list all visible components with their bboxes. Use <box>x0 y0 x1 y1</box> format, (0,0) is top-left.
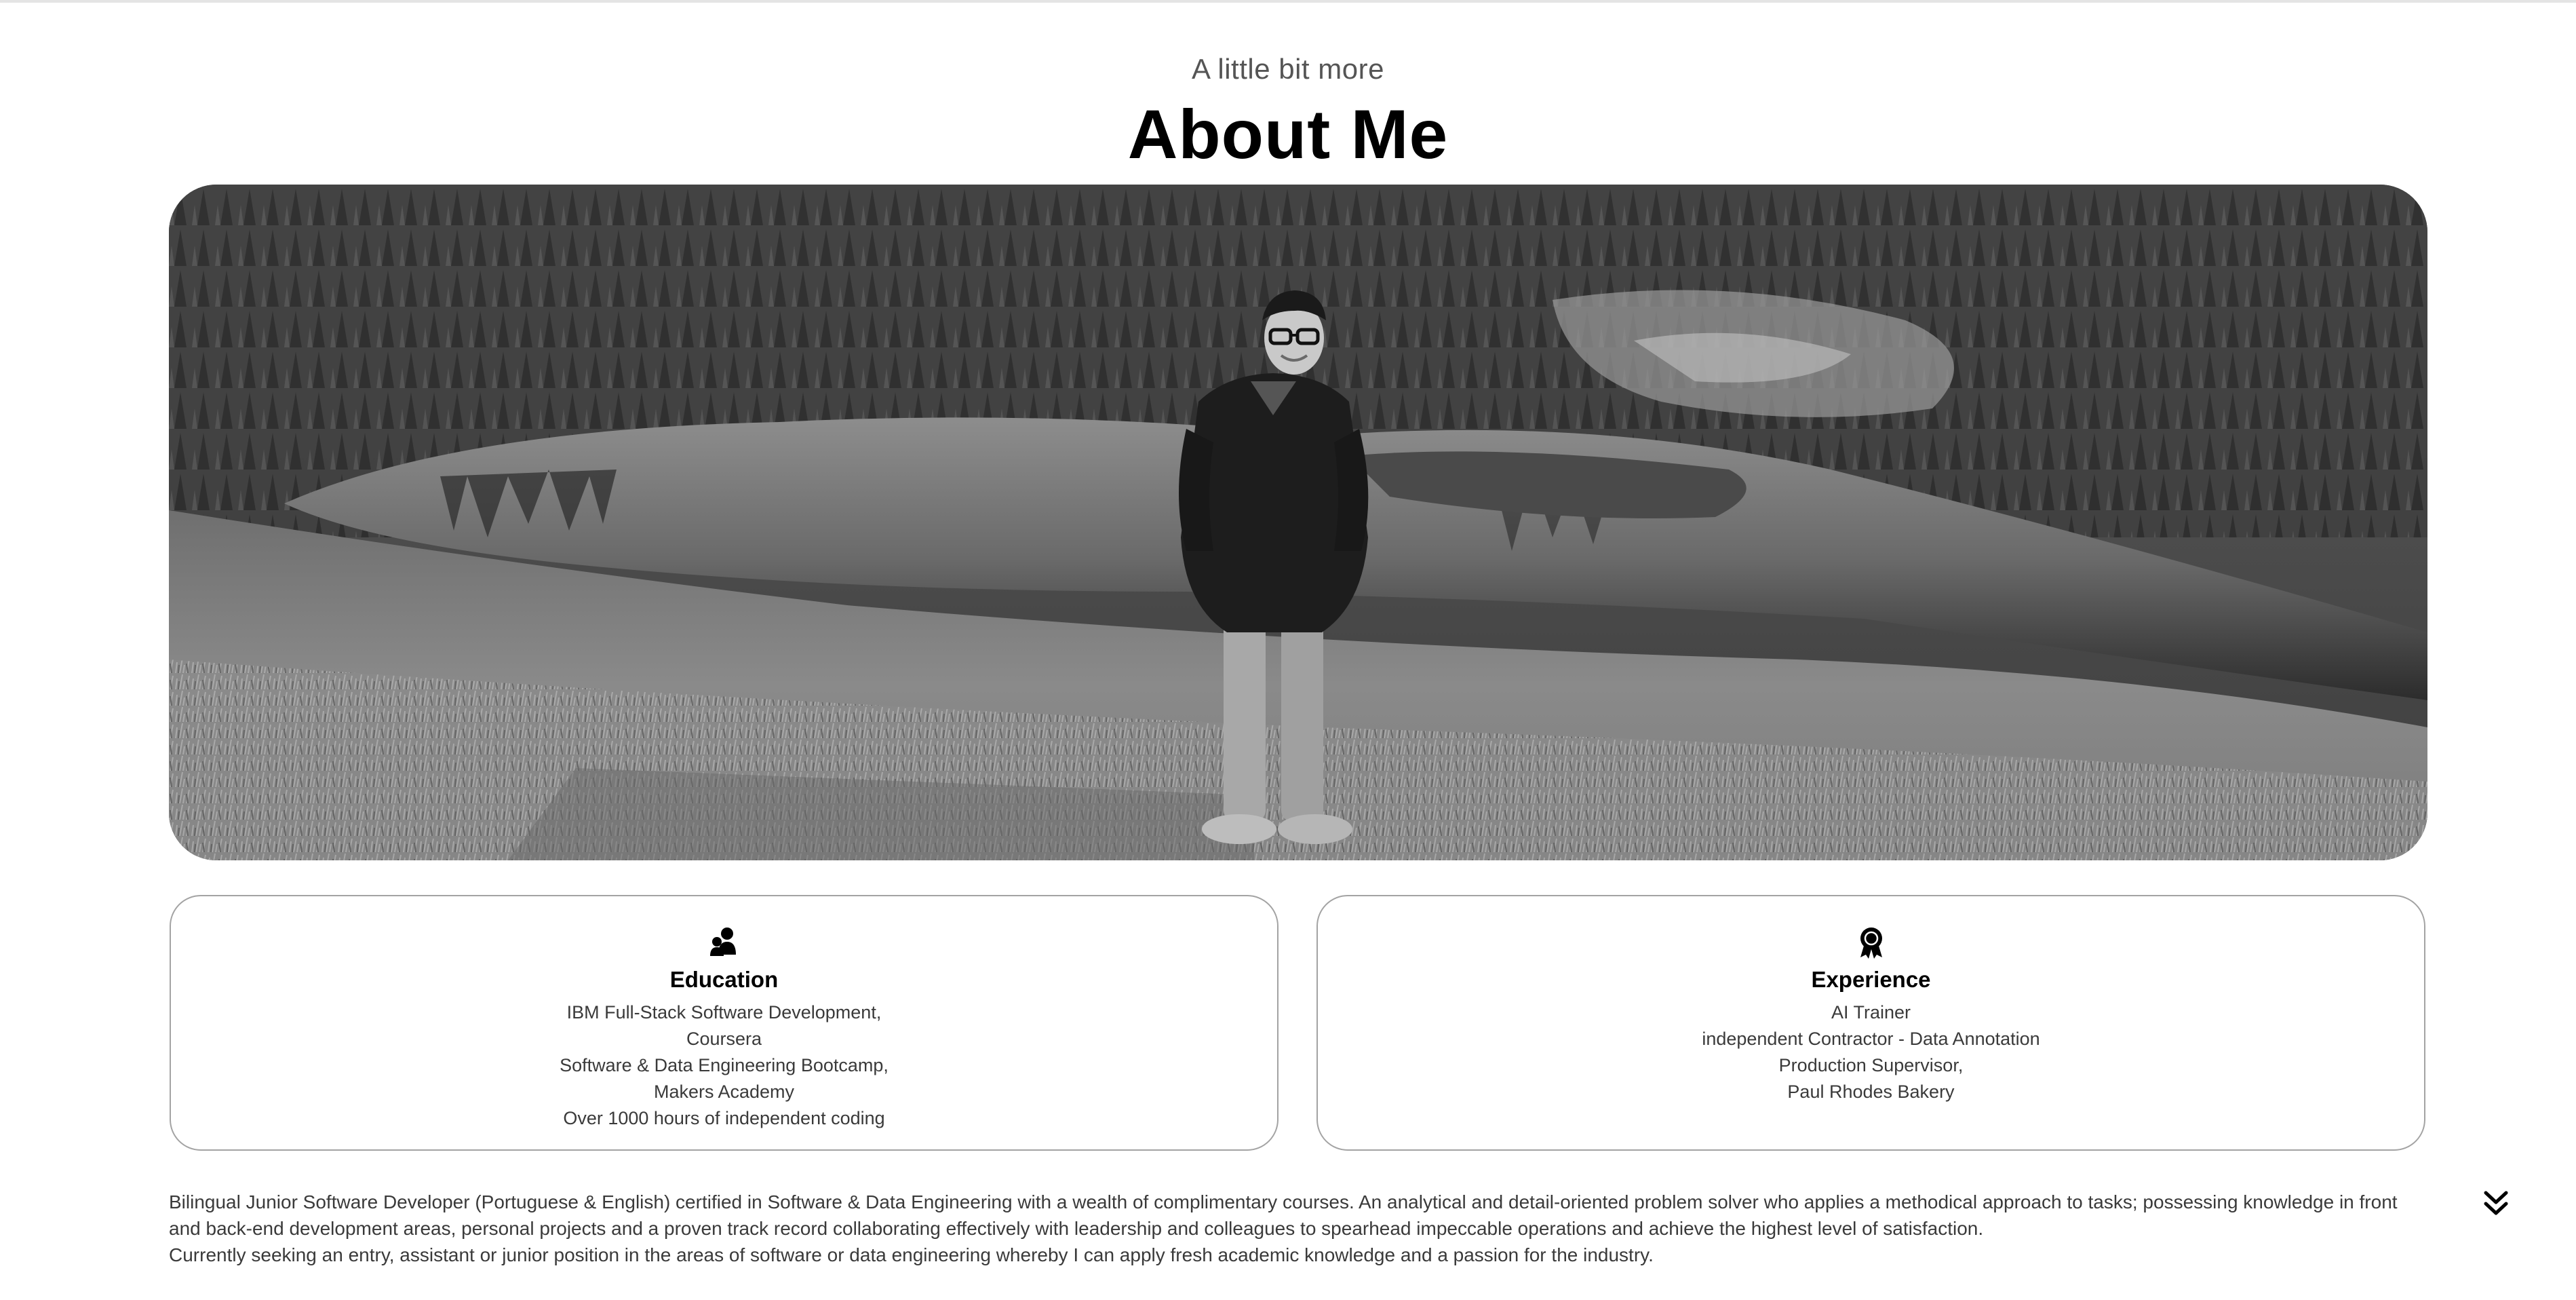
top-divider <box>0 0 2576 3</box>
experience-details: AI Trainer independent Contractor - Data… <box>1318 999 2424 1105</box>
education-line: Coursera <box>686 1029 762 1049</box>
bio-paragraph: Currently seeking an entry, assistant or… <box>169 1244 1654 1265</box>
experience-title: Experience <box>1811 967 1931 992</box>
experience-line: Production Supervisor, <box>1778 1055 1964 1075</box>
profile-photo <box>169 185 2427 860</box>
education-line: Software & Data Engineering Bootcamp, <box>560 1055 889 1075</box>
section-title: About Me <box>1127 96 1449 173</box>
experience-line: independent Contractor - Data Annotation <box>1702 1029 2040 1049</box>
education-card: Education IBM Full-Stack Software Develo… <box>170 895 1279 1151</box>
experience-line: AI Trainer <box>1831 1002 1911 1022</box>
experience-line: Paul Rhodes Bakery <box>1787 1082 1955 1102</box>
education-line: IBM Full-Stack Software Development, <box>566 1002 882 1022</box>
education-line: Over 1000 hours of independent coding <box>563 1108 885 1128</box>
scroll-down-button[interactable] <box>2479 1187 2513 1221</box>
bio-paragraph: Bilingual Junior Software Developer (Por… <box>169 1191 2398 1239</box>
education-details: IBM Full-Stack Software Development, Cou… <box>171 999 1277 1132</box>
education-line: Makers Academy <box>653 1082 795 1102</box>
bio-text: Bilingual Junior Software Developer (Por… <box>169 1189 2434 1268</box>
experience-card: Experience AI Trainer independent Contra… <box>1316 895 2425 1151</box>
double-chevron-down-icon <box>2484 1191 2508 1215</box>
education-title: Education <box>669 967 779 992</box>
award-icon <box>1860 928 1882 959</box>
section-subtitle: A little bit more <box>1192 53 1384 85</box>
people-icon <box>709 928 736 956</box>
